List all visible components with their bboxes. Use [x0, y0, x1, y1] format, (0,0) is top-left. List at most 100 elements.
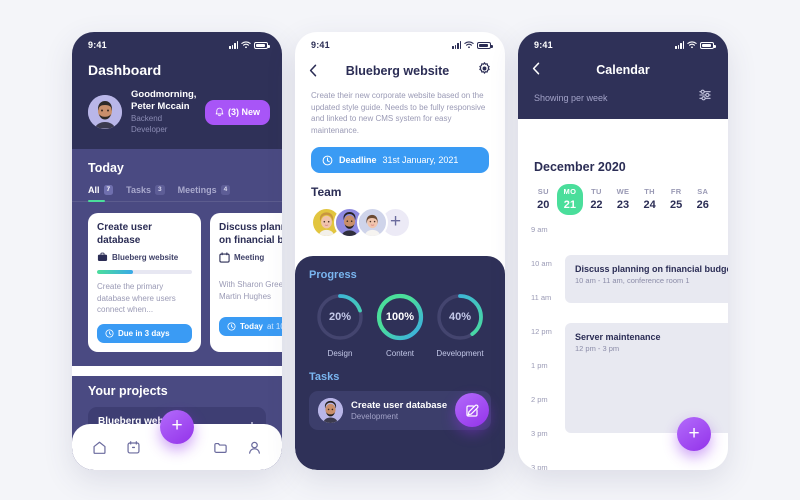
sliders-icon[interactable] — [698, 88, 712, 107]
add-event-button[interactable]: + — [677, 417, 711, 451]
task-card[interactable]: Discuss planning on financial budget Mee… — [210, 213, 282, 352]
notifications-label: (3) New — [227, 107, 260, 117]
task-card-description: Create the primary database where users … — [97, 282, 176, 314]
calendar-body: December 2020 SU 20 MO 21 TU 22 WE 23 TH… — [518, 147, 728, 470]
day-name: TH — [644, 187, 655, 196]
calendar-header: 9:41 Calendar Showing per week — [518, 32, 728, 119]
edit-icon — [465, 403, 479, 417]
signal-icon — [675, 41, 684, 49]
screenshot-canvas: 9:41 Dashboard Goodmorning, Peter Mccain… — [0, 0, 800, 500]
day-name: FR — [670, 187, 682, 196]
detail-header: Blueberg website — [295, 58, 505, 80]
nav-calendar-icon[interactable] — [126, 440, 141, 455]
back-icon[interactable] — [309, 64, 317, 79]
task-due-strong: Due in 3 days — [118, 328, 170, 338]
project-description: Create their new corporate website based… — [311, 91, 486, 135]
edit-button[interactable] — [455, 393, 489, 427]
wifi-icon — [241, 41, 251, 49]
gauge-development[interactable]: 40% Development — [431, 291, 489, 358]
deadline-label: Deadline — [339, 155, 377, 165]
day-number: 21 — [563, 199, 576, 211]
gauge-content[interactable]: 100% Content — [371, 291, 429, 358]
tab-all-badge: 7 — [103, 185, 114, 195]
deadline-value: 31st January, 2021 — [382, 155, 459, 165]
notifications-button[interactable]: (3) New — [204, 99, 270, 125]
tab-all[interactable]: All 7 — [88, 185, 114, 202]
day-cell[interactable]: FR 25 — [663, 184, 690, 215]
user-role: Backend Developer — [131, 114, 168, 134]
clock-icon — [322, 155, 333, 165]
calendar-event[interactable]: Server maintenance 12 pm - 3 pm — [565, 323, 728, 433]
event-title: Discuss planning on financial budget — [575, 264, 728, 274]
hour-label: 11 am — [531, 293, 552, 302]
calendar-event[interactable]: Discuss planning on financial budget 10 … — [565, 255, 728, 303]
task-card-list: Create user database Blueberg website Cr… — [72, 202, 282, 366]
month-label: December 2020 — [534, 160, 626, 174]
plus-icon: + — [171, 415, 183, 436]
clock-icon — [227, 322, 236, 331]
showing-label: Showing per week — [534, 92, 608, 103]
nav-profile-icon[interactable] — [247, 440, 262, 455]
gauge-ring: 20% — [314, 291, 366, 343]
tab-meetings[interactable]: Meetings 4 — [178, 185, 231, 201]
task-role: Development — [351, 412, 399, 421]
nav-folder-icon[interactable] — [213, 440, 228, 455]
tab-tasks-label: Tasks — [126, 185, 151, 195]
phone-dashboard: 9:41 Dashboard Goodmorning, Peter Mccain… — [72, 32, 282, 470]
event-title: Server maintenance — [575, 332, 661, 342]
day-cell[interactable]: WE 23 — [610, 184, 637, 215]
status-bar: 9:41 — [72, 32, 282, 58]
day-name: SA — [697, 187, 709, 196]
briefcase-icon — [97, 252, 108, 261]
day-cell-selected[interactable]: MO 21 — [556, 184, 584, 215]
task-due-rest: at 10:00 — [266, 322, 282, 331]
tab-tasks[interactable]: Tasks 3 — [126, 185, 165, 201]
projects-title: Your projects — [88, 384, 168, 398]
today-title: Today — [88, 161, 124, 175]
battery-icon — [700, 41, 716, 49]
page-title: Blueberg website — [345, 64, 450, 78]
day-cell[interactable]: SA 26 — [689, 184, 716, 215]
day-name: WE — [616, 187, 630, 196]
wifi-icon — [687, 41, 697, 49]
day-number: 22 — [590, 199, 603, 211]
gauge-value: 40% — [448, 311, 472, 323]
team-avatars: + — [295, 199, 505, 238]
day-cell[interactable]: SU 20 — [530, 184, 557, 215]
avatar[interactable] — [88, 95, 122, 129]
hour-label: 10 am — [531, 259, 552, 268]
hour-label: 1 pm — [531, 361, 548, 370]
status-bar: 9:41 — [518, 32, 728, 58]
day-cell[interactable]: TU 22 — [583, 184, 610, 215]
task-card[interactable]: Create user database Blueberg website Cr… — [88, 213, 201, 352]
task-due-pill[interactable]: Today at 10:00 — [219, 317, 282, 336]
avatar-illustration — [88, 95, 122, 129]
add-button[interactable]: + — [160, 410, 194, 444]
task-card-meta: Blueberg website — [97, 252, 192, 262]
calendar-title-row: Calendar — [518, 58, 728, 77]
gauge-group: 20% Design 100% Content 40% Development — [309, 281, 491, 358]
gauge-design[interactable]: 20% Design — [311, 291, 369, 358]
avatar[interactable] — [357, 207, 388, 238]
status-bar: 9:41 — [295, 32, 505, 58]
wifi-icon — [464, 41, 474, 49]
status-icons — [229, 41, 270, 49]
day-number: 23 — [616, 199, 630, 211]
battery-icon — [477, 41, 493, 49]
back-icon[interactable] — [532, 62, 540, 77]
gauge-ring: 40% — [434, 291, 486, 343]
day-name: MO — [563, 187, 577, 196]
filter-tabs: All 7 Tasks 3 Meetings 4 — [72, 185, 282, 202]
tab-meetings-badge: 4 — [220, 185, 231, 195]
gauge-label: Development — [436, 349, 484, 358]
today-section: Today All 7 Tasks 3 Meetings 4 Create us… — [72, 149, 282, 366]
nav-home-icon[interactable] — [92, 440, 107, 455]
gauge-label: Design — [327, 349, 353, 358]
task-due-pill[interactable]: Due in 3 days — [97, 323, 192, 343]
deadline-banner[interactable]: Deadline 31st January, 2021 — [311, 147, 489, 173]
task-text: Create user database Development — [351, 400, 447, 421]
gear-icon[interactable] — [478, 62, 491, 80]
signal-icon — [229, 41, 238, 49]
day-cell[interactable]: TH 24 — [636, 184, 663, 215]
tasks-title: Tasks — [309, 371, 340, 383]
